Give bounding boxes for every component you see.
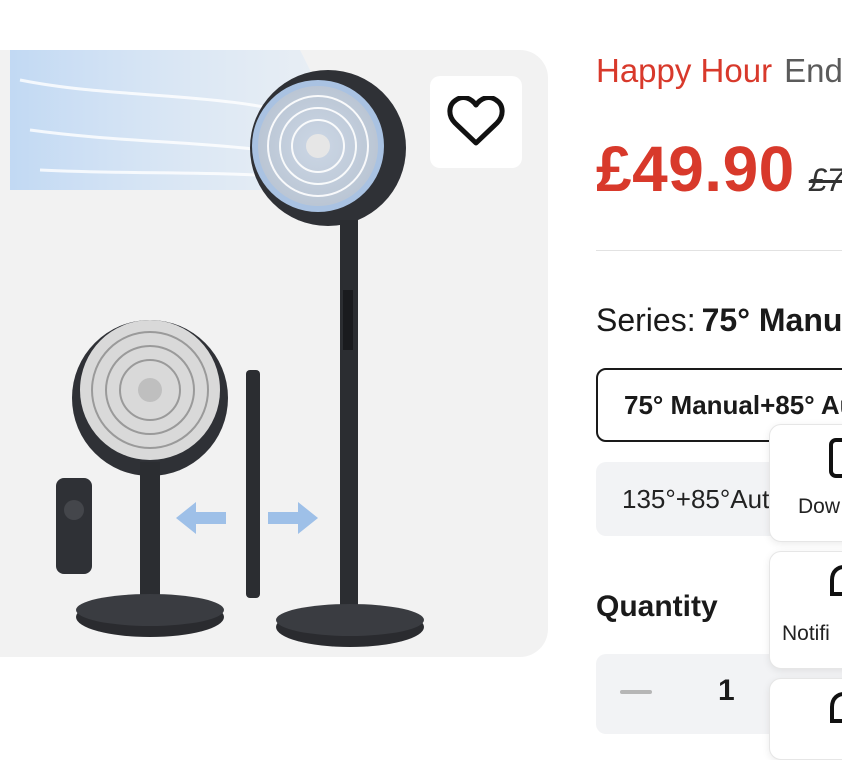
download-app-card[interactable]: Dow [769,424,842,542]
series-heading: Series:75° Manua [596,302,842,339]
bell-icon [830,692,842,723]
heart-icon [447,96,505,146]
notification-label: Notifi [782,622,830,645]
series-label: Series: [596,302,696,338]
notification-card[interactable]: Notifi [769,551,842,669]
quantity-label: Quantity [596,590,718,623]
quantity-value: 1 [718,674,735,707]
divider [596,250,842,251]
current-price: £49.90 [596,133,795,205]
series-selected-value: 75° Manua [701,302,842,338]
price-row: £49.90 £75 [596,132,842,206]
product-image[interactable] [0,50,548,657]
bell-icon [830,565,842,596]
notification-card-2[interactable] [769,678,842,760]
promo-banner: Happy Hour End [596,52,842,90]
series-option-label: 75° Manual+85° Au [624,389,842,420]
promo-ends-text: End [784,52,842,89]
download-label: Dow [798,495,841,518]
decrement-button[interactable] [620,690,652,694]
series-option-label: 135°+85°Aut [622,483,770,514]
original-price: £75 [808,162,842,198]
promo-label: Happy Hour [596,52,773,89]
download-icon [829,438,842,478]
favorite-button[interactable] [430,76,522,168]
